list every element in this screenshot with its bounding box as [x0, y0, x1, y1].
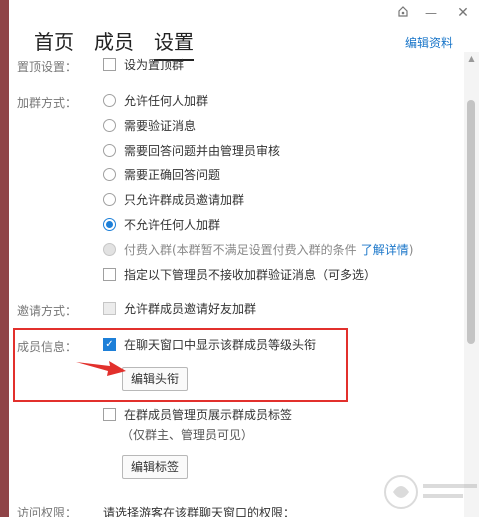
member-info-label: 成员信息：: [17, 340, 78, 354]
join-option-verify[interactable]: 需要验证消息: [103, 117, 196, 134]
minimize-icon[interactable]: —: [423, 5, 439, 21]
settings-icon[interactable]: [395, 5, 411, 21]
show-tag-checkbox[interactable]: [103, 408, 116, 421]
edit-profile-link[interactable]: 编辑资料: [405, 34, 453, 51]
show-title-option[interactable]: ✓ 在聊天窗口中显示该群成员等级头衔: [103, 336, 316, 353]
scrollbar[interactable]: ▲: [464, 52, 479, 517]
option-text: 在群成员管理页展示群成员标签: [124, 408, 293, 422]
join-option-invite-only[interactable]: 只允许群成员邀请加群: [103, 191, 244, 208]
radio-button[interactable]: [103, 168, 116, 181]
scrollbar-thumb[interactable]: [467, 100, 475, 344]
option-text: 需要正确回答问题: [124, 168, 221, 182]
radio-button[interactable]: [103, 94, 116, 107]
close-icon[interactable]: ✕: [455, 5, 471, 21]
option-text: 只允许群成员邀请加群: [124, 193, 245, 207]
pointer-arrow-icon: [76, 361, 126, 376]
paid-option-text: 付费入群(本群暂不满足设置付费入群的条件: [124, 243, 357, 257]
watermark-logo: [384, 475, 477, 509]
radio-button[interactable]: [103, 193, 116, 206]
join-option-nobody[interactable]: 不允许任何人加群: [103, 216, 220, 233]
group-settings-window: — ✕ 首页 成员 设置 编辑资料 置顶设置： 设为置顶群 加群方式： 允许任何…: [9, 0, 479, 517]
learn-more-link[interactable]: 了解详情: [361, 241, 409, 258]
visitor-label: 访问权限：: [17, 506, 78, 517]
show-title-checkbox[interactable]: ✓: [103, 338, 116, 351]
join-option-anyone[interactable]: 允许任何人加群: [103, 92, 208, 109]
invite-option: 允许群成员邀请好友加群: [103, 300, 256, 317]
option-text: 需要验证消息: [124, 119, 197, 133]
settings-panel: 置顶设置： 设为置顶群 加群方式： 允许任何人加群 需要验证消息 需要回答问题并…: [9, 52, 464, 517]
invite-method-label: 邀请方式：: [17, 304, 78, 318]
join-option-correct-answer[interactable]: 需要正确回答问题: [103, 166, 220, 183]
radio-button-disabled: [103, 243, 116, 256]
admin-no-verify-option[interactable]: 指定以下管理员不接收加群验证消息（可多选）: [103, 266, 376, 283]
option-text: 允许群成员邀请好友加群: [124, 302, 257, 316]
admin-no-verify-checkbox[interactable]: [103, 268, 116, 281]
radio-button[interactable]: [103, 144, 116, 157]
option-text: 需要回答问题并由管理员审核: [124, 144, 281, 158]
scroll-up-icon[interactable]: ▲: [464, 54, 479, 63]
pin-option[interactable]: 设为置顶群: [103, 56, 184, 73]
tag-note: （仅群主、管理员可见）: [121, 428, 254, 442]
paid-option-close: ): [408, 242, 414, 257]
pin-label: 置顶设置：: [17, 60, 78, 74]
radio-button[interactable]: [103, 119, 116, 132]
invite-checkbox: [103, 302, 116, 315]
join-option-paid: 付费入群(本群暂不满足设置付费入群的条件 了解详情 ): [103, 241, 413, 258]
pin-checkbox[interactable]: [103, 58, 116, 71]
option-text: 允许任何人加群: [124, 94, 209, 108]
option-text: 在聊天窗口中显示该群成员等级头衔: [124, 338, 317, 352]
join-method-label: 加群方式：: [17, 96, 78, 110]
edit-title-button[interactable]: 编辑头衔: [122, 367, 189, 391]
radio-button-selected[interactable]: [103, 218, 116, 231]
show-tag-option[interactable]: 在群成员管理页展示群成员标签: [103, 406, 292, 423]
option-text: 不允许任何人加群: [124, 218, 221, 232]
join-option-question-review[interactable]: 需要回答问题并由管理员审核: [103, 142, 280, 159]
background-window-edge: [0, 0, 9, 517]
pin-option-text: 设为置顶群: [124, 58, 185, 72]
visitor-text: 请选择游客在该群聊天窗口的权限：: [103, 506, 296, 517]
edit-tag-button[interactable]: 编辑标签: [122, 455, 189, 479]
option-text: 指定以下管理员不接收加群验证消息（可多选）: [124, 268, 377, 282]
